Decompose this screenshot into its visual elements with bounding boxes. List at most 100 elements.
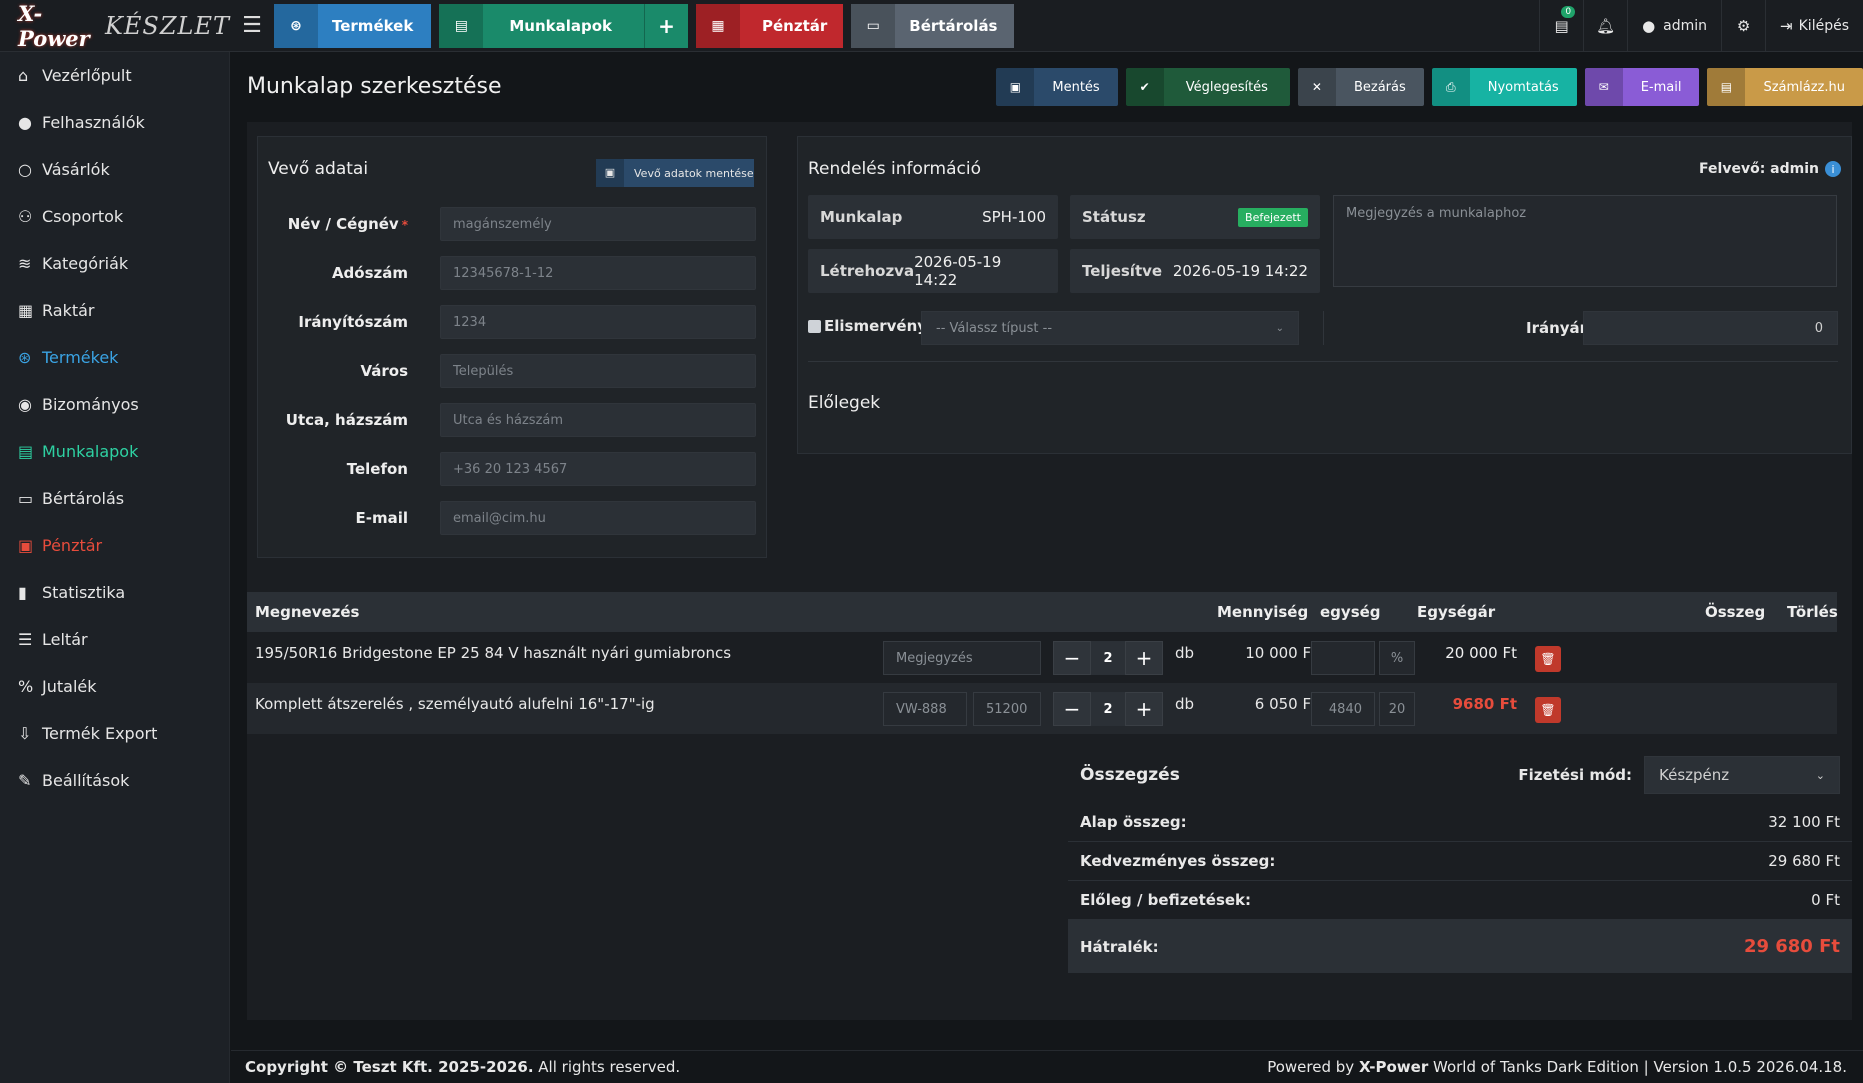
- new-munkalap-plus-button[interactable]: +: [644, 3, 688, 48]
- sidebar-item-15[interactable]: ✎ Beállítások: [0, 757, 229, 804]
- sidebar-item-label: Bizományos: [42, 395, 139, 414]
- finalize-button[interactable]: ✔ Véglegesítés: [1125, 68, 1290, 106]
- plus-icon[interactable]: +: [1125, 692, 1163, 726]
- field-label-text: Adószám: [331, 264, 408, 282]
- sidebar-item-11[interactable]: ▮ Statisztika: [0, 569, 229, 616]
- quantity-value[interactable]: 2: [1091, 641, 1125, 675]
- nav-munkalapok-button[interactable]: ▤ Munkalapok +: [439, 3, 689, 48]
- worksheet-note-textarea[interactable]: Megjegyzés a munkalaphoz: [1333, 195, 1837, 287]
- sidebar-item-4[interactable]: ≋ Kategóriák: [0, 240, 229, 287]
- item-total: 9680 Ft: [1452, 695, 1517, 713]
- sidebar-item-9[interactable]: ▭ Bértárolás: [0, 475, 229, 522]
- rate-input[interactable]: 0: [1583, 311, 1838, 345]
- sidebar-item-10[interactable]: ▣ Pénztár: [0, 522, 229, 569]
- szamlazz-button[interactable]: ▤ Számlázz.hu: [1707, 68, 1863, 106]
- layers-icon: ≋: [18, 254, 32, 273]
- logout-button[interactable]: ⇥ Kilépés: [1765, 0, 1863, 52]
- payment-method-select[interactable]: Készpénz ⌄: [1644, 756, 1840, 794]
- customer-input[interactable]: Település: [440, 354, 756, 388]
- bell-icon[interactable]: 🔔︎: [1583, 0, 1627, 52]
- nav-bertarolas-button[interactable]: ▭ Bértárolás: [851, 3, 1014, 48]
- sidebar-item-6[interactable]: ⊛ Termékek: [0, 334, 229, 381]
- floppy-icon: ▣: [996, 68, 1035, 106]
- field-label: E-mail: [258, 509, 408, 527]
- minus-icon[interactable]: −: [1053, 641, 1091, 675]
- item-unit: db: [1175, 644, 1195, 662]
- print-button[interactable]: ⎙ Nyomtatás: [1431, 68, 1577, 106]
- save-button[interactable]: ▣ Mentés: [996, 68, 1118, 106]
- item-plate-input[interactable]: VW-888: [883, 692, 967, 726]
- customer-field-row: Telefon +36 20 123 4567: [258, 452, 766, 486]
- customer-input[interactable]: Utca és házszám: [440, 403, 756, 437]
- brand-logo[interactable]: X-Power KÉSZLET: [0, 0, 230, 52]
- item-percent-input[interactable]: %: [1379, 641, 1415, 675]
- email-button[interactable]: ✉ E-mail: [1584, 68, 1700, 106]
- advances-title: Előlegek: [808, 393, 881, 413]
- item-discount-input[interactable]: 4840: [1311, 692, 1375, 726]
- customer-field-row: Név / Cégnév * magánszemély: [258, 207, 766, 241]
- tire-icon: ⊛: [18, 348, 32, 367]
- quantity-value[interactable]: 2: [1091, 692, 1125, 726]
- info-icon[interactable]: i: [1825, 161, 1841, 177]
- customer-input[interactable]: magánszemély: [440, 207, 756, 241]
- sidebar-item-2[interactable]: ○ Vásárlók: [0, 146, 229, 193]
- customer-input[interactable]: email@cim.hu: [440, 501, 756, 535]
- sidebar-item-8[interactable]: ▤ Munkalapok: [0, 428, 229, 475]
- email-label: E-mail: [1640, 79, 1682, 95]
- archive-icon: ▭: [851, 3, 896, 48]
- worksheets-notify-button[interactable]: ▤ 0: [1539, 0, 1583, 52]
- user-menu-button[interactable]: ● admin: [1627, 0, 1721, 52]
- customer-input[interactable]: 12345678-1-12: [440, 256, 756, 290]
- sidebar-item-label: Jutalék: [42, 677, 97, 696]
- minus-icon[interactable]: −: [1053, 692, 1091, 726]
- receipt-checkbox-wrap[interactable]: Elismervény: [808, 317, 927, 335]
- field-label-text: Telefon: [346, 460, 408, 478]
- item-discount-input[interactable]: [1311, 641, 1375, 675]
- sidebar-item-0[interactable]: ⌂ Vezérlőpult: [0, 52, 229, 99]
- delete-button[interactable]: 🗑︎: [1535, 697, 1561, 723]
- status-box: Státusz Befejezett: [1070, 195, 1320, 239]
- customer-field-row: Irányítószám 1234: [258, 305, 766, 339]
- quantity-stepper[interactable]: −2 +: [1053, 641, 1163, 675]
- sidebar-item-14[interactable]: ⇩ Termék Export: [0, 710, 229, 757]
- sidebar-item-3[interactable]: ⚇ Csoportok: [0, 193, 229, 240]
- sidebar-item-7[interactable]: ◉ Bizományos: [0, 381, 229, 428]
- sidebar-item-5[interactable]: ▦ Raktár: [0, 287, 229, 334]
- plus-icon[interactable]: +: [1125, 641, 1163, 675]
- item-km-input[interactable]: 51200: [973, 692, 1041, 726]
- quantity-stepper[interactable]: −2 +: [1053, 692, 1163, 726]
- sidebar-item-1[interactable]: ● Felhasználók: [0, 99, 229, 146]
- field-label: Utca, házszám: [258, 411, 408, 429]
- nav-penztar-button[interactable]: ▦ Pénztár: [696, 3, 844, 48]
- field-label-text: Város: [360, 362, 408, 380]
- main-content: Munkalap szerkesztése ▣ Mentés ✔ Véglegesí…: [231, 52, 1863, 1083]
- item-percent-input[interactable]: 20: [1379, 692, 1415, 726]
- top-navbar: X-Power KÉSZLET ☰ ⊛ Termékek ▤ Munkalapo…: [0, 0, 1863, 52]
- wrench-icon: ✎: [18, 771, 32, 790]
- chart-icon: ▮: [18, 583, 27, 602]
- app-name: KÉSZLET: [104, 11, 230, 40]
- receipt-checkbox[interactable]: [808, 319, 821, 333]
- customer-input[interactable]: 1234: [440, 305, 756, 339]
- nav-termekek-button[interactable]: ⊛ Termékek: [274, 3, 432, 48]
- table-body: 195/50R16 Bridgestone EP 25 84 V használ…: [247, 632, 1837, 734]
- file-icon: ▤: [18, 442, 34, 461]
- footer: Copyright © Teszt Kft. 2025-2026. All ri…: [231, 1050, 1863, 1083]
- gear-icon[interactable]: ⚙: [1721, 0, 1765, 52]
- hamburger-menu-icon[interactable]: ☰: [230, 0, 274, 52]
- rate-label: Irányár: [1526, 319, 1588, 337]
- sidebar-item-13[interactable]: % Jutalék: [0, 663, 229, 710]
- customer-input[interactable]: +36 20 123 4567: [440, 452, 756, 486]
- count-badge: 0: [1561, 5, 1576, 18]
- item-note-input[interactable]: Megjegyzés: [883, 641, 1041, 675]
- save-label: Mentés: [1052, 79, 1100, 95]
- print-label: Nyomtatás: [1487, 79, 1559, 95]
- munkalap-label: Munkalap: [820, 208, 903, 226]
- sidebar-item-12[interactable]: ☰ Leltár: [0, 616, 229, 663]
- warehouse-icon: ▦: [18, 301, 34, 320]
- close-button[interactable]: ✕ Bezárás: [1297, 68, 1424, 106]
- save-customer-button[interactable]: ▣ Vevő adatok mentése: [596, 159, 754, 187]
- delete-button[interactable]: 🗑︎: [1535, 646, 1561, 672]
- type-select[interactable]: -- Válassz típust -- ⌄: [921, 311, 1299, 345]
- summary-base-row: Alap összeg: 32 100 Ft: [1068, 803, 1852, 842]
